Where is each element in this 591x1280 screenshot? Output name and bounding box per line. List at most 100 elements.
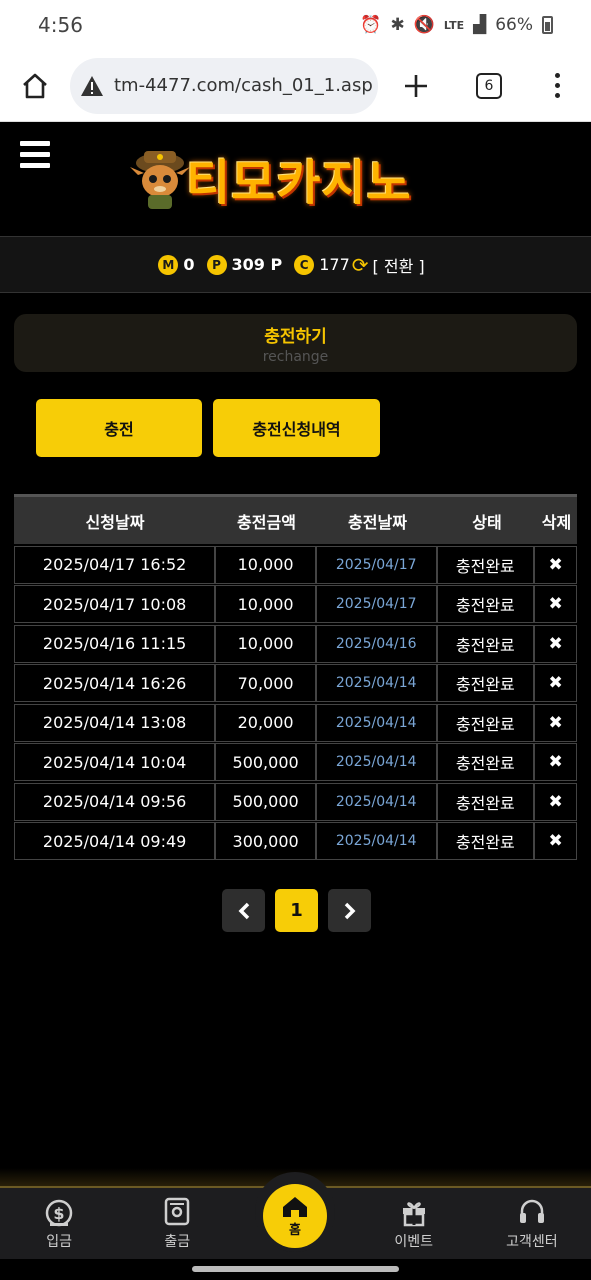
charge-date-cell: 2025/04/14 xyxy=(317,783,438,820)
charge-date-cell-text: 2025/04/17 xyxy=(335,556,417,573)
status-cell-text: 충전완료 xyxy=(455,714,515,734)
delete-button[interactable]: ✖ xyxy=(535,744,576,780)
c-coin-icon: C xyxy=(294,254,315,275)
table-row: 2025/04/14 09:49 300,000 2025/04/14 충전완료 ✖ xyxy=(14,822,577,860)
safe-icon xyxy=(165,1197,190,1225)
status-cell: 충전완료 xyxy=(438,823,536,859)
amount-cell-text: 10,000 xyxy=(237,634,294,653)
status-cell-text: 충전완료 xyxy=(455,754,515,773)
table-row: 2025/04/14 10:04 500,000 2025/04/14 충전완료 ✖ xyxy=(14,743,577,781)
new-tab-button[interactable] xyxy=(378,73,454,99)
refresh-icon[interactable]: ⟳ xyxy=(352,253,369,277)
request-date-cell-text: 2025/04/14 10:04 xyxy=(42,752,187,772)
status-icons: ⏰ ✱ 🔇 LTE ▟ 66% xyxy=(360,15,553,35)
headset-icon xyxy=(519,1199,544,1223)
close-icon: ✖ xyxy=(548,554,563,575)
header-request-date: 신청날짜 xyxy=(85,512,145,532)
amount-cell-text: 70,000 xyxy=(237,673,294,693)
amount-cell: 500,000 xyxy=(216,783,317,820)
delete-button[interactable]: ✖ xyxy=(535,823,576,859)
request-date-cell: 2025/04/14 13:08 xyxy=(15,704,217,741)
amount-cell-text: 300,000 xyxy=(232,831,299,851)
coupon-balance: C 177 ⟳ [ 전환 ] xyxy=(294,253,425,277)
gesture-handle[interactable] xyxy=(192,1266,399,1272)
mascot-icon xyxy=(130,145,190,211)
tab-count: 6 xyxy=(476,72,502,99)
nav-support[interactable]: 고객센터 xyxy=(473,1188,591,1259)
charge-date-cell-text: 2025/04/14 xyxy=(335,714,417,731)
delete-button[interactable]: ✖ xyxy=(535,586,576,622)
chevron-left-icon xyxy=(238,902,249,919)
header-status: 상태 xyxy=(472,512,502,532)
menu-icon[interactable] xyxy=(20,141,50,174)
url-text: tm-4477.com/cash_01_1.asp xyxy=(114,75,373,96)
battery-percent: 66% xyxy=(495,15,533,35)
next-page-button[interactable] xyxy=(328,889,371,932)
tab-switcher-button[interactable]: 6 xyxy=(454,72,524,99)
close-icon: ✖ xyxy=(548,633,563,654)
charge-date-cell: 2025/04/14 xyxy=(317,823,438,859)
charge-date-cell-text: 2025/04/14 xyxy=(335,793,417,810)
close-icon: ✖ xyxy=(548,712,563,733)
bluetooth-icon: ✱ xyxy=(390,15,405,35)
request-date-cell: 2025/04/14 09:49 xyxy=(15,823,217,859)
charge-date-cell: 2025/04/14 xyxy=(317,704,438,741)
delete-button[interactable]: ✖ xyxy=(535,784,576,820)
charge-history-button[interactable]: 충전신청내역 xyxy=(213,399,380,457)
amount-cell-text: 500,000 xyxy=(232,752,299,772)
gift-icon xyxy=(402,1201,425,1226)
status-time: 4:56 xyxy=(38,13,83,37)
charge-button[interactable]: 충전 xyxy=(36,399,202,457)
request-date-cell-text: 2025/04/14 09:56 xyxy=(42,792,187,811)
nav-withdraw[interactable]: 출금 xyxy=(118,1188,236,1259)
convert-button[interactable]: [ 전환 ] xyxy=(373,253,425,277)
charge-date-cell: 2025/04/17 xyxy=(317,546,438,583)
delete-button[interactable]: ✖ xyxy=(535,626,576,662)
page-1-button[interactable]: 1 xyxy=(275,889,318,932)
close-icon: ✖ xyxy=(548,791,563,812)
page-title: 충전하기 xyxy=(264,327,327,347)
money-value: 0 xyxy=(183,255,195,274)
delete-button[interactable]: ✖ xyxy=(535,705,576,741)
table-row: 2025/04/17 10:08 10,000 2025/04/17 충전완료 ✖ xyxy=(14,585,577,623)
site-header: 티모카지노 xyxy=(0,123,591,236)
browser-home-button[interactable] xyxy=(0,50,70,122)
nav-support-label: 고객센터 xyxy=(506,1233,558,1250)
p-coin-icon: P xyxy=(206,254,227,275)
amount-cell-text: 10,000 xyxy=(237,555,294,574)
nav-event-label: 이벤트 xyxy=(394,1233,434,1250)
amount-cell: 10,000 xyxy=(216,625,317,662)
svg-text:$: $ xyxy=(54,1204,65,1223)
page-title-card: 충전하기 rechange xyxy=(14,314,577,372)
header-delete: 삭제 xyxy=(541,512,572,532)
close-icon: ✖ xyxy=(548,673,563,693)
plus-icon xyxy=(405,74,427,97)
charge-date-cell: 2025/04/16 xyxy=(317,625,438,662)
nav-home-button[interactable]: 홈 xyxy=(263,1184,327,1248)
delete-button[interactable]: ✖ xyxy=(535,547,576,583)
nav-event[interactable]: 이벤트 xyxy=(355,1188,473,1259)
table-row: 2025/04/14 13:08 20,000 2025/04/14 충전완료 ✖ xyxy=(14,703,577,742)
battery-icon xyxy=(542,16,553,34)
browser-menu-button[interactable] xyxy=(524,73,591,98)
amount-cell-text: 500,000 xyxy=(232,792,299,811)
charge-date-cell-text: 2025/04/14 xyxy=(335,675,417,691)
prev-page-button[interactable] xyxy=(222,889,265,932)
table-row: 2025/04/14 16:26 70,000 2025/04/14 충전완료 ✖ xyxy=(14,664,577,702)
status-cell-text: 충전완료 xyxy=(455,635,515,655)
table-body: 2025/04/17 16:52 10,000 2025/04/17 충전완료 ✖ 202… xyxy=(14,545,577,860)
header-charge-date: 충전날짜 xyxy=(348,512,407,532)
site-logo[interactable]: 티모카지노 xyxy=(130,143,412,213)
charge-date-cell: 2025/04/14 xyxy=(317,744,438,780)
request-date-cell: 2025/04/14 09:56 xyxy=(15,783,217,820)
status-cell: 충전완료 xyxy=(438,586,536,622)
nav-deposit[interactable]: $ 입금 xyxy=(0,1188,118,1259)
address-bar[interactable]: tm-4477.com/cash_01_1.asp xyxy=(70,57,378,114)
charge-date-cell-text: 2025/04/14 xyxy=(335,833,417,849)
delete-button[interactable]: ✖ xyxy=(535,665,576,701)
request-date-cell: 2025/04/16 11:15 xyxy=(15,625,217,662)
status-cell: 충전완료 xyxy=(438,783,536,820)
network-label: LTE xyxy=(443,18,465,32)
request-date-cell: 2025/04/14 16:26 xyxy=(15,665,217,701)
mute-icon: 🔇 xyxy=(413,15,435,35)
